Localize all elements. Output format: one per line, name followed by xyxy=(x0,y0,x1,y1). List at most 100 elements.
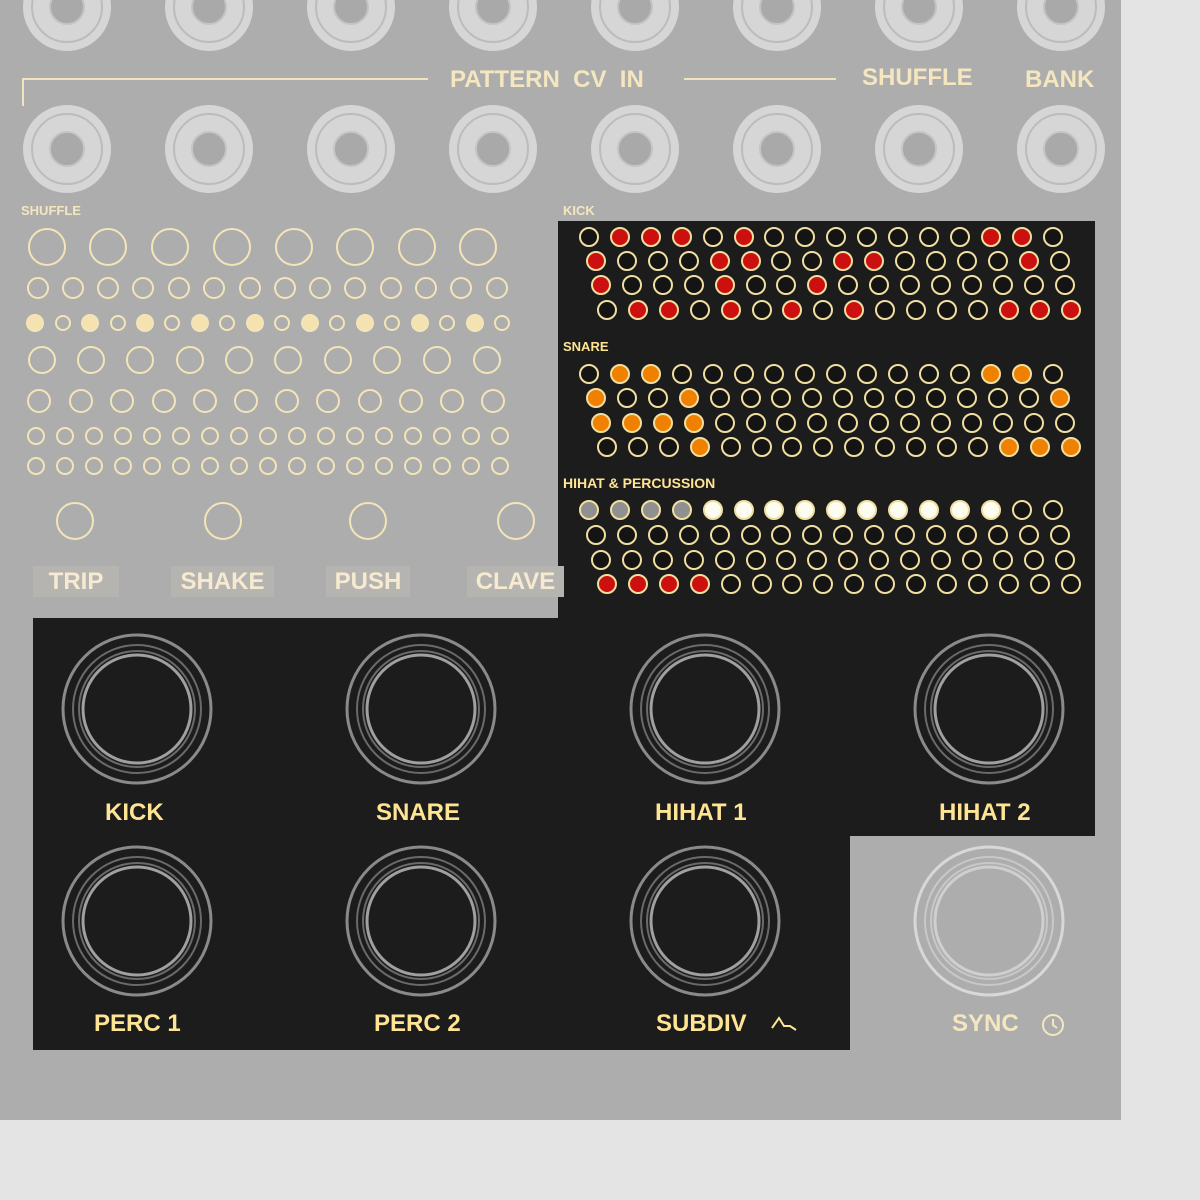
snare-step-led[interactable] xyxy=(652,413,673,433)
snare-step-led[interactable] xyxy=(864,388,885,408)
perc1-output-jack[interactable] xyxy=(61,845,213,997)
snare-step-led[interactable] xyxy=(1054,413,1075,433)
kick-step-led[interactable] xyxy=(586,251,606,271)
pattern-cv-jack-2[interactable] xyxy=(165,105,253,193)
kick-step-led[interactable] xyxy=(1018,251,1039,271)
hihat-step-led[interactable] xyxy=(930,550,951,570)
pattern-cv-jack-3[interactable] xyxy=(307,105,395,193)
snare-step-led[interactable] xyxy=(745,413,766,433)
hihat-step-led[interactable] xyxy=(987,525,1008,545)
snare-step-led[interactable] xyxy=(616,388,637,408)
hihat-step-led[interactable] xyxy=(1018,525,1039,545)
snare-step-led[interactable] xyxy=(579,364,599,384)
hihat-step-led[interactable] xyxy=(1023,550,1044,570)
shuffle-button-3[interactable] xyxy=(349,502,387,540)
snare-step-led[interactable] xyxy=(586,388,606,408)
bank-cv-jack[interactable] xyxy=(1017,105,1105,193)
hihat-step-led[interactable] xyxy=(652,550,673,570)
kick-step-led[interactable] xyxy=(647,251,668,271)
hihat-step-led[interactable] xyxy=(906,574,926,594)
hihat-step-led[interactable] xyxy=(609,500,630,520)
snare-step-led[interactable] xyxy=(1029,437,1050,457)
snare-step-led[interactable] xyxy=(1023,413,1044,433)
snare-step-led[interactable] xyxy=(1018,388,1039,408)
hihat-step-led[interactable] xyxy=(627,574,648,594)
snare-step-led[interactable] xyxy=(658,437,679,457)
snare-step-led[interactable] xyxy=(925,388,946,408)
snare-step-led[interactable] xyxy=(733,364,754,384)
snare-step-led[interactable] xyxy=(918,364,939,384)
kick-step-led[interactable] xyxy=(857,227,878,247)
hihat-step-led[interactable] xyxy=(967,574,988,594)
hihat-step-led[interactable] xyxy=(998,574,1019,594)
snare-step-led[interactable] xyxy=(627,437,648,457)
snare-step-led[interactable] xyxy=(998,437,1019,457)
shuffle-mode-trip[interactable]: TRIP xyxy=(33,566,119,597)
hihat-step-led[interactable] xyxy=(678,525,699,545)
snare-step-led[interactable] xyxy=(720,437,741,457)
pattern-cv-jack-4[interactable] xyxy=(449,105,537,193)
snare-step-led[interactable] xyxy=(740,388,761,408)
hihat-step-led[interactable] xyxy=(900,550,920,570)
kick-step-led[interactable] xyxy=(906,300,926,320)
hihat-step-led[interactable] xyxy=(1042,500,1063,520)
kick-step-led[interactable] xyxy=(980,227,1001,247)
snare-step-led[interactable] xyxy=(591,413,611,433)
snare-step-led[interactable] xyxy=(1042,364,1063,384)
snare-step-led[interactable] xyxy=(678,388,699,408)
kick-step-led[interactable] xyxy=(627,300,648,320)
snare-step-led[interactable] xyxy=(702,364,723,384)
hihat-step-led[interactable] xyxy=(864,525,885,545)
snare-step-led[interactable] xyxy=(621,413,642,433)
kick-step-led[interactable] xyxy=(1049,251,1070,271)
snare-step-led[interactable] xyxy=(1060,437,1081,457)
kick-step-led[interactable] xyxy=(678,251,699,271)
hihat-step-led[interactable] xyxy=(956,525,977,545)
hihat-step-led[interactable] xyxy=(1054,550,1075,570)
kick-step-led[interactable] xyxy=(998,300,1019,320)
kick-step-led[interactable] xyxy=(1054,275,1075,295)
kick-step-led[interactable] xyxy=(671,227,692,247)
kick-step-led[interactable] xyxy=(1029,300,1050,320)
hihat-step-led[interactable] xyxy=(949,500,970,520)
hihat-step-led[interactable] xyxy=(586,525,606,545)
hihat-step-led[interactable] xyxy=(961,550,982,570)
perc2-output-jack[interactable] xyxy=(345,845,497,997)
snare-step-led[interactable] xyxy=(949,364,970,384)
hihat-step-led[interactable] xyxy=(895,525,915,545)
kick-step-led[interactable] xyxy=(864,251,885,271)
hihat-step-led[interactable] xyxy=(658,574,679,594)
kick-step-led[interactable] xyxy=(683,275,704,295)
kick-step-led[interactable] xyxy=(591,275,611,295)
kick-step-led[interactable] xyxy=(579,227,599,247)
hihat-step-led[interactable] xyxy=(591,550,611,570)
kick-step-led[interactable] xyxy=(956,251,977,271)
snare-step-led[interactable] xyxy=(956,388,977,408)
hihat-step-led[interactable] xyxy=(616,525,637,545)
hihat-step-led[interactable] xyxy=(640,500,661,520)
hihat-step-led[interactable] xyxy=(936,574,957,594)
kick-step-led[interactable] xyxy=(740,251,761,271)
hihat-step-led[interactable] xyxy=(745,550,766,570)
shuffle-button-1[interactable] xyxy=(56,502,94,540)
snare-step-led[interactable] xyxy=(671,364,692,384)
pattern-cv-jack-6[interactable] xyxy=(733,105,821,193)
hihat-step-led[interactable] xyxy=(925,525,946,545)
shuffle-mode-clave[interactable]: CLAVE xyxy=(467,566,564,597)
hihat-step-led[interactable] xyxy=(992,550,1013,570)
kick-step-led[interactable] xyxy=(1060,300,1081,320)
snare-step-led[interactable] xyxy=(987,388,1008,408)
pattern-cv-jack-1[interactable] xyxy=(23,105,111,193)
hihat-step-led[interactable] xyxy=(714,550,735,570)
kick-output-jack[interactable] xyxy=(61,633,213,785)
hihat2-output-jack[interactable] xyxy=(913,633,1065,785)
snare-step-led[interactable] xyxy=(751,437,772,457)
kick-step-led[interactable] xyxy=(689,300,710,320)
hihat-step-led[interactable] xyxy=(733,500,754,520)
snare-step-led[interactable] xyxy=(1011,364,1032,384)
kick-step-led[interactable] xyxy=(888,227,908,247)
pattern-cv-jack-5[interactable] xyxy=(591,105,679,193)
kick-step-led[interactable] xyxy=(936,300,957,320)
kick-step-led[interactable] xyxy=(900,275,920,295)
kick-step-led[interactable] xyxy=(949,227,970,247)
